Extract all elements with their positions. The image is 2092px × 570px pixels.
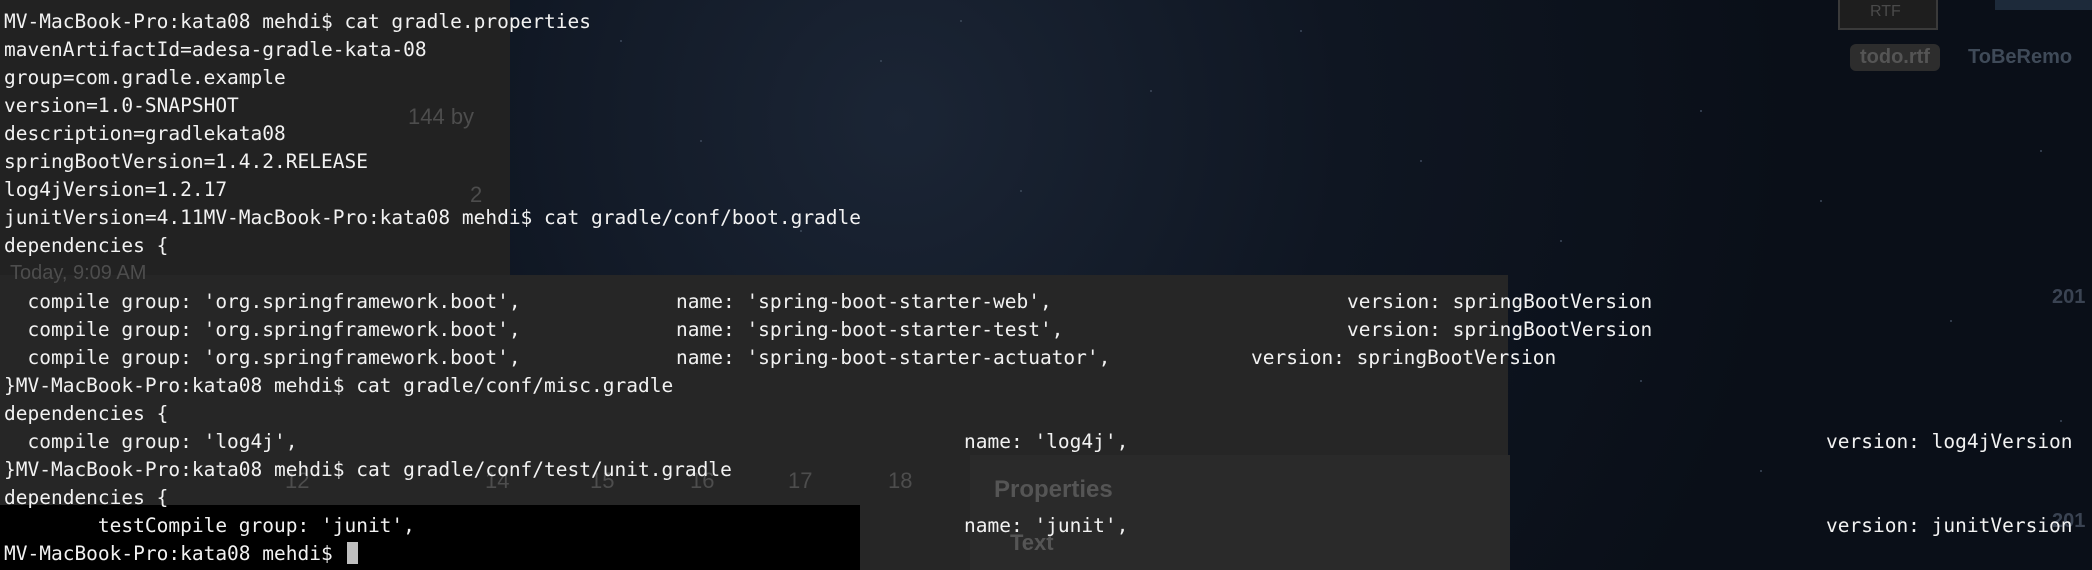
terminal-line: dependencies { xyxy=(4,484,2092,512)
terminal-cursor[interactable] xyxy=(347,542,359,564)
terminal-line-text: version: springBootVersion xyxy=(1347,318,1653,341)
terminal-line-text: group=com.gradle.example xyxy=(4,66,286,89)
terminal-line-text: }MV-MacBook-Pro:kata08 mehdi$ cat gradle… xyxy=(4,374,674,397)
terminal-line: MV-MacBook-Pro:kata08 mehdi$ cat gradle.… xyxy=(4,8,2092,36)
terminal-line: dependencies { xyxy=(4,232,2092,260)
terminal-line-text: version: springBootVersion xyxy=(1251,346,1557,369)
terminal-line: }MV-MacBook-Pro:kata08 mehdi$ cat gradle… xyxy=(4,372,2092,400)
terminal-line: description=gradlekata08 xyxy=(4,120,2092,148)
terminal-line: compile group: 'org.springframework.boot… xyxy=(4,288,2092,316)
terminal-line-text: mavenArtifactId=adesa-gradle-kata-08 xyxy=(4,38,427,61)
terminal-line-text: version: log4jVersion xyxy=(1826,430,2073,453)
terminal-line: junitVersion=4.11MV-MacBook-Pro:kata08 m… xyxy=(4,204,2092,232)
terminal-line-text: version: springBootVersion xyxy=(1347,290,1653,313)
terminal-line-text: version: junitVersion xyxy=(1826,514,2073,537)
terminal-line-text: version=1.0-SNAPSHOT xyxy=(4,94,239,117)
terminal-line-text: dependencies { xyxy=(4,402,169,425)
terminal-line-text: name: 'log4j', xyxy=(964,430,1129,453)
terminal-line: group=com.gradle.example xyxy=(4,64,2092,92)
terminal-line: dependencies { xyxy=(4,400,2092,428)
terminal-line: }MV-MacBook-Pro:kata08 mehdi$ cat gradle… xyxy=(4,456,2092,484)
terminal-line-text: dependencies { xyxy=(4,486,169,509)
terminal-line-text: junitVersion=4.11MV-MacBook-Pro:kata08 m… xyxy=(4,206,862,229)
terminal-line-text: name: 'spring-boot-starter-test', xyxy=(676,318,1064,341)
terminal-line-text: name: 'junit', xyxy=(964,514,1129,537)
terminal-line: compile group: 'org.springframework.boot… xyxy=(4,316,2092,344)
terminal-output[interactable]: MV-MacBook-Pro:kata08 mehdi$ cat gradle.… xyxy=(4,8,2092,568)
terminal-line-text: }MV-MacBook-Pro:kata08 mehdi$ cat gradle… xyxy=(4,458,732,481)
terminal-line-text: MV-MacBook-Pro:kata08 mehdi$ cat gradle.… xyxy=(4,10,591,33)
terminal-line: version=1.0-SNAPSHOT xyxy=(4,92,2092,120)
terminal-line-text: description=gradlekata08 xyxy=(4,122,286,145)
terminal-line-text: name: 'spring-boot-starter-actuator', xyxy=(676,346,1111,369)
terminal-line-text: springBootVersion=1.4.2.RELEASE xyxy=(4,150,368,173)
terminal-line-text: testCompile group: 'junit', xyxy=(4,514,415,537)
terminal-line-text: log4jVersion=1.2.17 xyxy=(4,178,228,201)
terminal-line-text: compile group: 'org.springframework.boot… xyxy=(4,346,521,369)
terminal-line: testCompile group: 'junit', name: 'junit'… xyxy=(4,512,2092,540)
terminal-line-text: dependencies { xyxy=(4,234,169,257)
terminal-line-text: MV-MacBook-Pro:kata08 mehdi$ xyxy=(4,540,359,568)
terminal-line: springBootVersion=1.4.2.RELEASE xyxy=(4,148,2092,176)
terminal-line-text: compile group: 'org.springframework.boot… xyxy=(4,290,521,313)
desktop-screen: 144 by 2 Today, 9:09 AM 12 14 15 16 17 1… xyxy=(0,0,2092,570)
terminal-line: mavenArtifactId=adesa-gradle-kata-08 xyxy=(4,36,2092,64)
terminal-line: MV-MacBook-Pro:kata08 mehdi$ xyxy=(4,540,2092,568)
terminal-line-text: name: 'spring-boot-starter-web', xyxy=(676,290,1052,313)
terminal-line: log4jVersion=1.2.17 xyxy=(4,176,2092,204)
terminal-line-text: compile group: 'log4j', xyxy=(4,430,298,453)
terminal-line: compile group: 'org.springframework.boot… xyxy=(4,344,2092,372)
terminal-line: compile group: 'log4j', name: 'log4j', ver… xyxy=(4,428,2092,456)
terminal-line-text: compile group: 'org.springframework.boot… xyxy=(4,318,521,341)
